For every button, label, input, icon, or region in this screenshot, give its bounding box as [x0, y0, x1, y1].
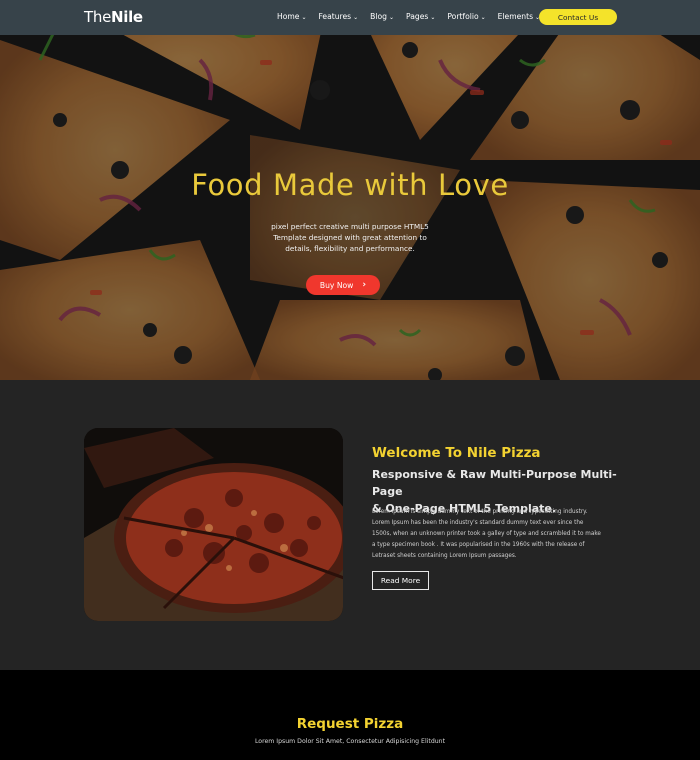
nav-item-features[interactable]: Features ⌄	[318, 12, 358, 21]
nav-item-pages[interactable]: Pages ⌄	[406, 12, 435, 21]
request-title: Request Pizza	[296, 716, 404, 732]
nav-item-label: Elements	[497, 12, 534, 21]
request-subtitle: Lorem Ipsum Dolor Sit Amet, Consectetur …	[254, 738, 446, 745]
about-body-line: Letraset sheets containing Lorem Ipsum p…	[372, 553, 517, 559]
hero-subtitle-line: pixel perfect creative multi purpose HTM…	[271, 222, 429, 231]
buy-now-label: Buy Now	[319, 280, 354, 290]
nav-item-elements[interactable]: Elements ⌄	[498, 12, 540, 21]
about-body-line: 1500s, when an unknown printer took a ga…	[372, 531, 601, 537]
pizza-photo-image	[84, 428, 343, 621]
chevron-down-icon: ⌄	[353, 13, 359, 21]
about-body-line: Lorem Ipsum has been the industry's stan…	[372, 520, 584, 526]
about-title: Welcome To Nile Pizza	[372, 445, 541, 461]
chevron-right-icon: ›	[362, 280, 367, 290]
nav-item-label: Pages	[405, 12, 429, 21]
navbar: TheNile Home ⌄ Features ⌄ Blog ⌄ Pages ⌄ Por…	[0, 0, 700, 35]
hero-subtitle: pixel perfect creative multi purpose HTM…	[260, 221, 440, 254]
nav-item-label: Portfolio	[447, 12, 479, 21]
request-section: Request Pizza Lorem Ipsum Dolor Sit Amet…	[0, 670, 700, 760]
hero-title: Food Made with Love	[191, 168, 509, 202]
buy-now-button[interactable]: Buy Now ›	[306, 275, 380, 295]
read-more-button[interactable]: Read More	[372, 571, 429, 590]
logo-text-bold: Nile	[111, 8, 143, 26]
about-body-text: Lorem Ipsum is simply dummy text of the …	[372, 507, 628, 562]
nav-item-label: Home	[277, 12, 300, 21]
chevron-down-icon: ⌄	[388, 13, 394, 21]
pizza-photo	[84, 428, 343, 621]
nav-item-blog[interactable]: Blog ⌄	[370, 12, 394, 21]
main-nav: Home ⌄ Features ⌄ Blog ⌄ Pages ⌄ Portfolio ⌄ …	[277, 12, 540, 21]
chevron-down-icon: ⌄	[430, 13, 436, 21]
chevron-down-icon: ⌄	[301, 13, 307, 21]
about-body-line: Lorem Ipsum is simply dummy text of the …	[372, 509, 588, 515]
hero-section: TheNile Home ⌄ Features ⌄ Blog ⌄ Pages ⌄ Por…	[0, 0, 700, 380]
nav-item-label: Blog	[370, 12, 387, 21]
about-subtitle-line: Responsive & Raw Multi-Purpose Multi-Pag…	[372, 468, 617, 498]
nav-item-home[interactable]: Home ⌄	[277, 12, 306, 21]
hero-subtitle-line: details, flexibility and performance.	[285, 244, 415, 253]
nav-item-label: Features	[318, 12, 352, 21]
logo[interactable]: TheNile	[84, 8, 143, 26]
contact-us-button[interactable]: Contact Us	[539, 9, 617, 25]
hero-subtitle-line: Template designed with great attention t…	[273, 233, 427, 242]
about-section: Welcome To Nile Pizza Responsive & Raw M…	[0, 380, 700, 670]
chevron-down-icon: ⌄	[480, 13, 486, 21]
logo-text-light: The	[84, 8, 111, 26]
nav-item-portfolio[interactable]: Portfolio ⌄	[447, 12, 485, 21]
about-body-line: a type specimen book . It was popularise…	[372, 542, 585, 548]
